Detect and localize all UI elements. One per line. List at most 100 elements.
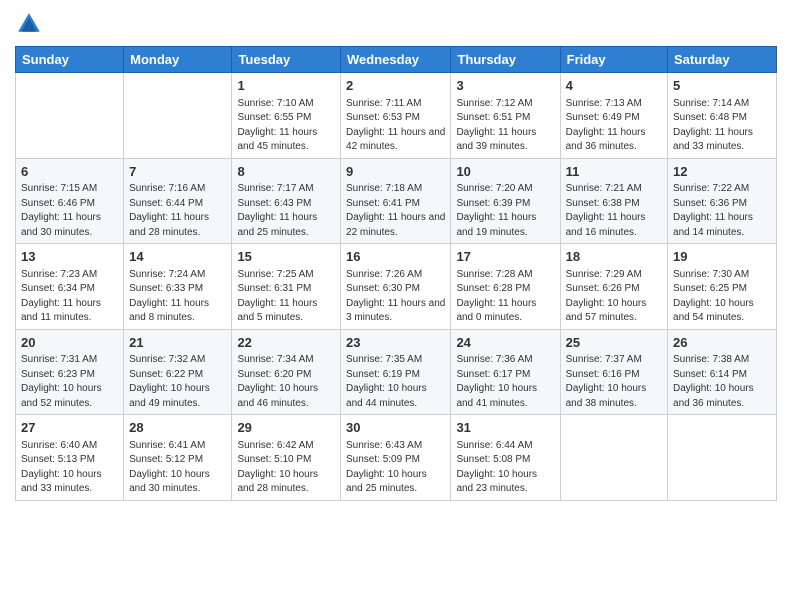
day-number: 26 bbox=[673, 334, 771, 352]
day-info: Sunrise: 7:35 AM Sunset: 6:19 PM Dayligh… bbox=[346, 354, 427, 409]
day-info: Sunrise: 6:43 AM Sunset: 5:09 PM Dayligh… bbox=[346, 440, 427, 495]
calendar-cell: 11Sunrise: 7:21 AM Sunset: 6:38 PM Dayli… bbox=[560, 158, 667, 244]
calendar-week-row: 20 Sunrise: 7:31 AM Sunset: 6:23 PM Dayli… bbox=[16, 329, 777, 415]
calendar-cell: 21Sunrise: 7:32 AM Sunset: 6:22 PM Dayli… bbox=[124, 329, 232, 415]
calendar-week-row: 13 Sunrise: 7:23 AM Sunset: 6:34 PM Dayli… bbox=[16, 244, 777, 330]
day-info: Sunrise: 7:36 AM Sunset: 6:17 PM Dayligh… bbox=[456, 354, 537, 409]
day-info: Sunrise: 7:14 AM Sunset: 6:48 PM Dayligh… bbox=[673, 98, 753, 153]
calendar-header-sunday: Sunday bbox=[16, 47, 124, 73]
calendar-cell: 31 Sunrise: 6:44 AM Sunset: 5:08 PM Dayli… bbox=[451, 415, 560, 501]
day-number: 16 bbox=[346, 248, 445, 266]
page: SundayMondayTuesdayWednesdayThursdayFrid… bbox=[0, 0, 792, 612]
calendar-cell: 13 Sunrise: 7:23 AM Sunset: 6:34 PM Dayli… bbox=[16, 244, 124, 330]
calendar-header-friday: Friday bbox=[560, 47, 667, 73]
day-number: 12 bbox=[673, 163, 771, 181]
day-info: Sunrise: 7:26 AM Sunset: 6:30 PM Dayligh… bbox=[346, 269, 445, 324]
calendar-cell: 10 Sunrise: 7:20 AM Sunset: 6:39 PM Dayli… bbox=[451, 158, 560, 244]
day-info: Sunrise: 7:23 AM Sunset: 6:34 PM Dayligh… bbox=[21, 269, 101, 324]
calendar-cell: 1 Sunrise: 7:10 AM Sunset: 6:55 PM Daylig… bbox=[232, 73, 341, 159]
day-number: 1 bbox=[237, 77, 335, 95]
day-info: Sunrise: 7:12 AM Sunset: 6:51 PM Dayligh… bbox=[456, 98, 536, 153]
day-number: 22 bbox=[237, 334, 335, 352]
day-info: Sunrise: 7:20 AM Sunset: 6:39 PM Dayligh… bbox=[456, 183, 536, 238]
calendar-cell: 25 Sunrise: 7:37 AM Sunset: 6:16 PM Dayli… bbox=[560, 329, 667, 415]
calendar-cell bbox=[560, 415, 667, 501]
day-info: Sunrise: 7:37 AM Sunset: 6:16 PM Dayligh… bbox=[566, 354, 647, 409]
day-info: Sunrise: 7:15 AM Sunset: 6:46 PM Dayligh… bbox=[21, 183, 101, 238]
day-number: 25 bbox=[566, 334, 662, 352]
day-info: Sunrise: 7:10 AM Sunset: 6:55 PM Dayligh… bbox=[237, 98, 317, 153]
calendar-cell: 8Sunrise: 7:17 AM Sunset: 6:43 PM Daylig… bbox=[232, 158, 341, 244]
day-number: 21 bbox=[129, 334, 226, 352]
calendar-cell: 14 Sunrise: 7:24 AM Sunset: 6:33 PM Dayli… bbox=[124, 244, 232, 330]
calendar-cell bbox=[16, 73, 124, 159]
day-info: Sunrise: 7:25 AM Sunset: 6:31 PM Dayligh… bbox=[237, 269, 317, 324]
calendar-header-wednesday: Wednesday bbox=[341, 47, 451, 73]
calendar-cell: 9 Sunrise: 7:18 AM Sunset: 6:41 PM Daylig… bbox=[341, 158, 451, 244]
calendar-header-tuesday: Tuesday bbox=[232, 47, 341, 73]
day-number: 28 bbox=[129, 419, 226, 437]
day-info: Sunrise: 7:38 AM Sunset: 6:14 PM Dayligh… bbox=[673, 354, 754, 409]
day-info: Sunrise: 7:24 AM Sunset: 6:33 PM Dayligh… bbox=[129, 269, 209, 324]
day-number: 9 bbox=[346, 163, 445, 181]
calendar-cell bbox=[668, 415, 777, 501]
day-info: Sunrise: 6:41 AM Sunset: 5:12 PM Dayligh… bbox=[129, 440, 210, 495]
logo bbox=[15, 10, 47, 38]
day-number: 20 bbox=[21, 334, 118, 352]
calendar-cell: 22 Sunrise: 7:34 AM Sunset: 6:20 PM Dayli… bbox=[232, 329, 341, 415]
day-number: 31 bbox=[456, 419, 554, 437]
day-number: 5 bbox=[673, 77, 771, 95]
calendar-cell: 2 Sunrise: 7:11 AM Sunset: 6:53 PM Daylig… bbox=[341, 73, 451, 159]
calendar-header-row: SundayMondayTuesdayWednesdayThursdayFrid… bbox=[16, 47, 777, 73]
calendar-cell: 23 Sunrise: 7:35 AM Sunset: 6:19 PM Dayli… bbox=[341, 329, 451, 415]
day-number: 29 bbox=[237, 419, 335, 437]
calendar-cell bbox=[124, 73, 232, 159]
calendar-cell: 20 Sunrise: 7:31 AM Sunset: 6:23 PM Dayli… bbox=[16, 329, 124, 415]
logo-icon bbox=[15, 10, 43, 38]
header bbox=[15, 10, 777, 38]
day-info: Sunrise: 7:16 AM Sunset: 6:44 PM Dayligh… bbox=[129, 183, 209, 238]
calendar-cell: 5 Sunrise: 7:14 AM Sunset: 6:48 PM Daylig… bbox=[668, 73, 777, 159]
day-info: Sunrise: 7:11 AM Sunset: 6:53 PM Dayligh… bbox=[346, 98, 445, 153]
day-number: 14 bbox=[129, 248, 226, 266]
calendar-cell: 16 Sunrise: 7:26 AM Sunset: 6:30 PM Dayli… bbox=[341, 244, 451, 330]
day-info: Sunrise: 6:44 AM Sunset: 5:08 PM Dayligh… bbox=[456, 440, 537, 495]
day-number: 13 bbox=[21, 248, 118, 266]
day-info: Sunrise: 6:40 AM Sunset: 5:13 PM Dayligh… bbox=[21, 440, 102, 495]
calendar-cell: 6 Sunrise: 7:15 AM Sunset: 6:46 PM Daylig… bbox=[16, 158, 124, 244]
day-number: 6 bbox=[21, 163, 118, 181]
day-info: Sunrise: 7:34 AM Sunset: 6:20 PM Dayligh… bbox=[237, 354, 318, 409]
day-number: 24 bbox=[456, 334, 554, 352]
day-info: Sunrise: 7:18 AM Sunset: 6:41 PM Dayligh… bbox=[346, 183, 445, 238]
calendar-cell: 30 Sunrise: 6:43 AM Sunset: 5:09 PM Dayli… bbox=[341, 415, 451, 501]
day-number: 23 bbox=[346, 334, 445, 352]
day-info: Sunrise: 6:42 AM Sunset: 5:10 PM Dayligh… bbox=[237, 440, 318, 495]
day-info: Sunrise: 7:22 AM Sunset: 6:36 PM Dayligh… bbox=[673, 183, 753, 238]
calendar-cell: 17 Sunrise: 7:28 AM Sunset: 6:28 PM Dayli… bbox=[451, 244, 560, 330]
calendar-cell: 19 Sunrise: 7:30 AM Sunset: 6:25 PM Dayli… bbox=[668, 244, 777, 330]
calendar-week-row: 1 Sunrise: 7:10 AM Sunset: 6:55 PM Daylig… bbox=[16, 73, 777, 159]
day-info: Sunrise: 7:29 AM Sunset: 6:26 PM Dayligh… bbox=[566, 269, 647, 324]
day-number: 15 bbox=[237, 248, 335, 266]
calendar-week-row: 27 Sunrise: 6:40 AM Sunset: 5:13 PM Dayli… bbox=[16, 415, 777, 501]
day-number: 27 bbox=[21, 419, 118, 437]
calendar-header-saturday: Saturday bbox=[668, 47, 777, 73]
day-number: 11 bbox=[566, 163, 662, 181]
day-number: 30 bbox=[346, 419, 445, 437]
calendar-table: SundayMondayTuesdayWednesdayThursdayFrid… bbox=[15, 46, 777, 501]
calendar-cell: 12 Sunrise: 7:22 AM Sunset: 6:36 PM Dayli… bbox=[668, 158, 777, 244]
day-number: 18 bbox=[566, 248, 662, 266]
calendar-cell: 26 Sunrise: 7:38 AM Sunset: 6:14 PM Dayli… bbox=[668, 329, 777, 415]
day-info: Sunrise: 7:28 AM Sunset: 6:28 PM Dayligh… bbox=[456, 269, 536, 324]
calendar-week-row: 6 Sunrise: 7:15 AM Sunset: 6:46 PM Daylig… bbox=[16, 158, 777, 244]
day-number: 10 bbox=[456, 163, 554, 181]
day-number: 19 bbox=[673, 248, 771, 266]
day-number: 17 bbox=[456, 248, 554, 266]
calendar-cell: 24 Sunrise: 7:36 AM Sunset: 6:17 PM Dayli… bbox=[451, 329, 560, 415]
calendar-cell: 15 Sunrise: 7:25 AM Sunset: 6:31 PM Dayli… bbox=[232, 244, 341, 330]
day-number: 2 bbox=[346, 77, 445, 95]
day-info: Sunrise: 7:30 AM Sunset: 6:25 PM Dayligh… bbox=[673, 269, 754, 324]
calendar-cell: 18 Sunrise: 7:29 AM Sunset: 6:26 PM Dayli… bbox=[560, 244, 667, 330]
calendar-cell: 29 Sunrise: 6:42 AM Sunset: 5:10 PM Dayli… bbox=[232, 415, 341, 501]
day-info: Sunrise: 7:31 AM Sunset: 6:23 PM Dayligh… bbox=[21, 354, 102, 409]
